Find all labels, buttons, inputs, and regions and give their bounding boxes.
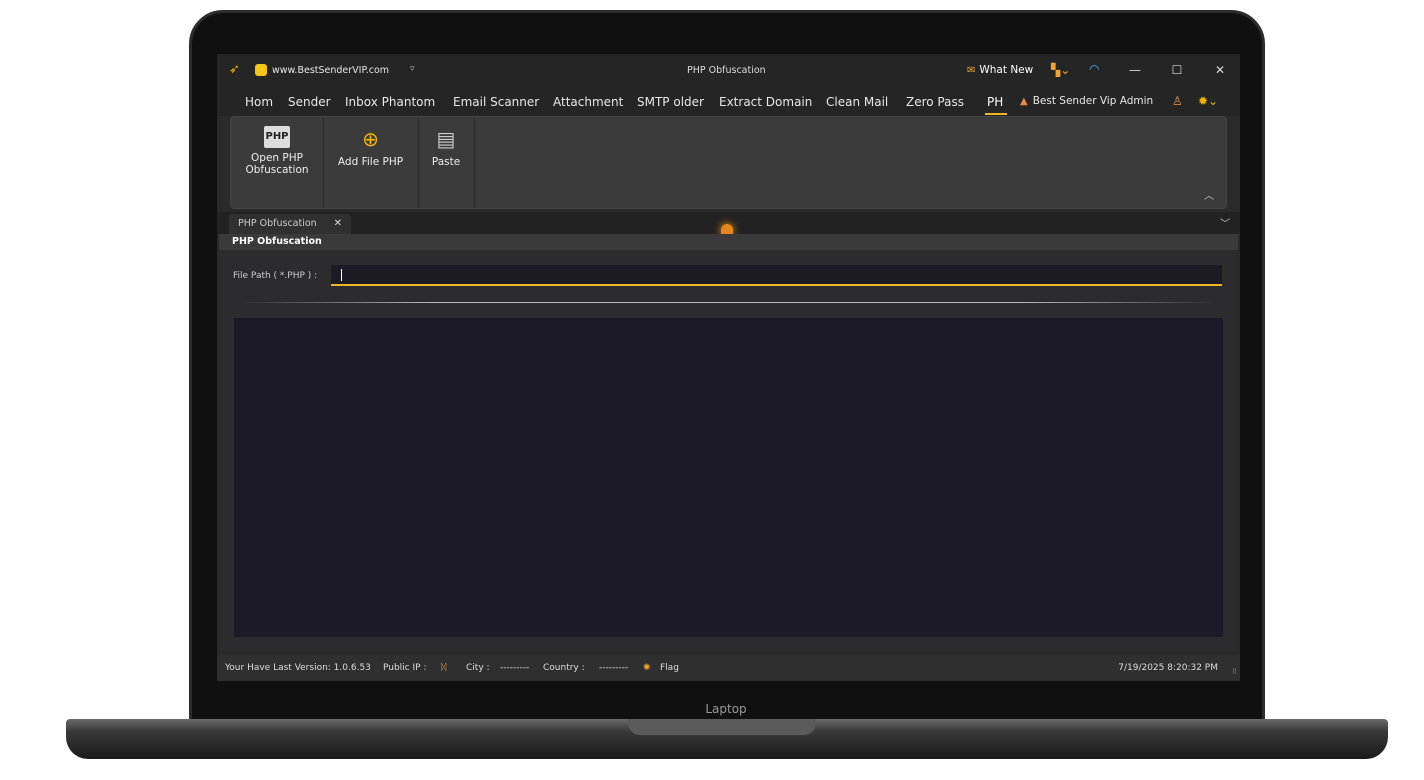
chevron-down-icon[interactable]: ﹀ [1220, 215, 1230, 230]
user-settings-icon[interactable]: ♙ [1172, 94, 1183, 108]
menu-item-home[interactable]: Hom [245, 95, 273, 109]
menu-item-inbox-phantom[interactable]: Inbox Phantom [345, 95, 435, 109]
title-bar: ➶ www.BestSenderVIP.com ▿ PHP Obfuscatio… [217, 54, 1240, 86]
gear-icon[interactable]: ✹⌄ [1198, 94, 1218, 108]
menu-item-zero-pass[interactable]: Zero Pass [906, 95, 964, 109]
city-label: City : [466, 663, 490, 673]
whats-new-label: What New [979, 64, 1034, 76]
menu-item-sender[interactable]: Sender [288, 95, 331, 109]
whats-new-button[interactable]: ✉ What New [967, 64, 1033, 76]
active-menu-indicator [985, 113, 1007, 115]
city-value: --------- [500, 663, 530, 673]
add-file-label: Add File PHP [337, 156, 404, 168]
tab-php-obfuscation[interactable]: PHP Obfuscation ✕ [229, 214, 351, 234]
loading-indicator [721, 224, 733, 234]
ribbon-toolbar: PHP Open PHP Obfuscation ⊕ Add File PHP … [230, 116, 1227, 209]
tab-label: PHP Obfuscation [238, 218, 317, 229]
menu-item-smtp-older[interactable]: SMTP older [637, 95, 704, 109]
version-status: Your Have Last Version: 1.0.6.53 [225, 663, 371, 673]
paste-button[interactable]: ▤ Paste [418, 117, 475, 208]
add-folder-icon: ⊕ [362, 127, 379, 151]
quick-access-dropdown-icon[interactable]: ▿ [410, 64, 415, 74]
text-cursor [341, 269, 342, 281]
clipboard-icon: ▤ [436, 127, 456, 151]
open-php-obfuscation-button[interactable]: PHP Open PHP Obfuscation [231, 117, 324, 208]
paste-label: Paste [431, 156, 461, 168]
app-window: ➶ www.BestSenderVIP.com ▿ PHP Obfuscatio… [217, 54, 1240, 681]
file-path-input[interactable] [331, 265, 1222, 286]
close-window-button[interactable]: ✕ [1210, 61, 1230, 79]
open-php-label-line1: Open PHP [251, 152, 303, 164]
main-menu: Hom Sender Inbox Phantom Email Scanner A… [217, 86, 1240, 116]
maximize-button[interactable]: ☐ [1167, 61, 1187, 79]
menu-item-email-scanner[interactable]: Email Scanner [453, 95, 539, 109]
admin-label: Best Sender Vip Admin [1032, 95, 1154, 107]
collapse-ribbon-icon[interactable]: ︿ [1204, 187, 1214, 202]
close-tab-icon[interactable]: ✕ [334, 214, 342, 234]
wifi-icon: ◠ [1089, 62, 1100, 76]
status-bar: Your Have Last Version: 1.0.6.53 Public … [217, 655, 1240, 681]
menu-item-clean-mail[interactable]: Clean Mail [826, 95, 888, 109]
user-icon: ▲ [1020, 95, 1028, 107]
country-value: --------- [599, 663, 629, 673]
php-file-icon: PHP [264, 126, 290, 148]
menu-item-ph[interactable]: PH [987, 95, 1003, 109]
laptop-notch [628, 719, 816, 735]
menu-item-attachment[interactable]: Attachment [553, 95, 623, 109]
paper-plane-icon: ➶ [229, 62, 240, 77]
site-icon [255, 64, 267, 76]
open-php-label-line2: Obfuscation [245, 164, 309, 176]
admin-account[interactable]: ▲ Best Sender Vip Admin [1020, 95, 1153, 107]
panel-title: PHP Obfuscation [219, 234, 1238, 250]
laptop-label: Laptop [705, 702, 747, 716]
country-label: Country : [543, 663, 585, 673]
add-file-php-button[interactable]: ⊕ Add File PHP [323, 117, 419, 208]
datetime: 7/19/2025 8:20:32 PM [1118, 663, 1218, 673]
menu-item-extract-domain[interactable]: Extract Domain [719, 95, 812, 109]
window-title: PHP Obfuscation [687, 65, 766, 76]
public-ip-label: Public IP : [383, 663, 427, 673]
flag-label: Flag [660, 663, 679, 673]
ip-status-icon: ᛞ [441, 663, 447, 673]
php-obfuscation-panel: PHP Obfuscation File Path ( *.PHP ) : [219, 234, 1238, 651]
flag-icon: ✺ [643, 663, 651, 673]
minimize-button[interactable]: — [1125, 61, 1145, 79]
ticket-icon: ✉ [967, 64, 976, 76]
file-path-label: File Path ( *.PHP ) : [233, 271, 318, 281]
resize-grip-icon[interactable]: ⠿ [1232, 668, 1237, 676]
apps-grid-icon[interactable]: ▚⌄ [1051, 63, 1070, 77]
site-url[interactable]: www.BestSenderVIP.com [272, 65, 389, 76]
separator-line [239, 302, 1219, 303]
output-text-area[interactable] [234, 318, 1223, 637]
